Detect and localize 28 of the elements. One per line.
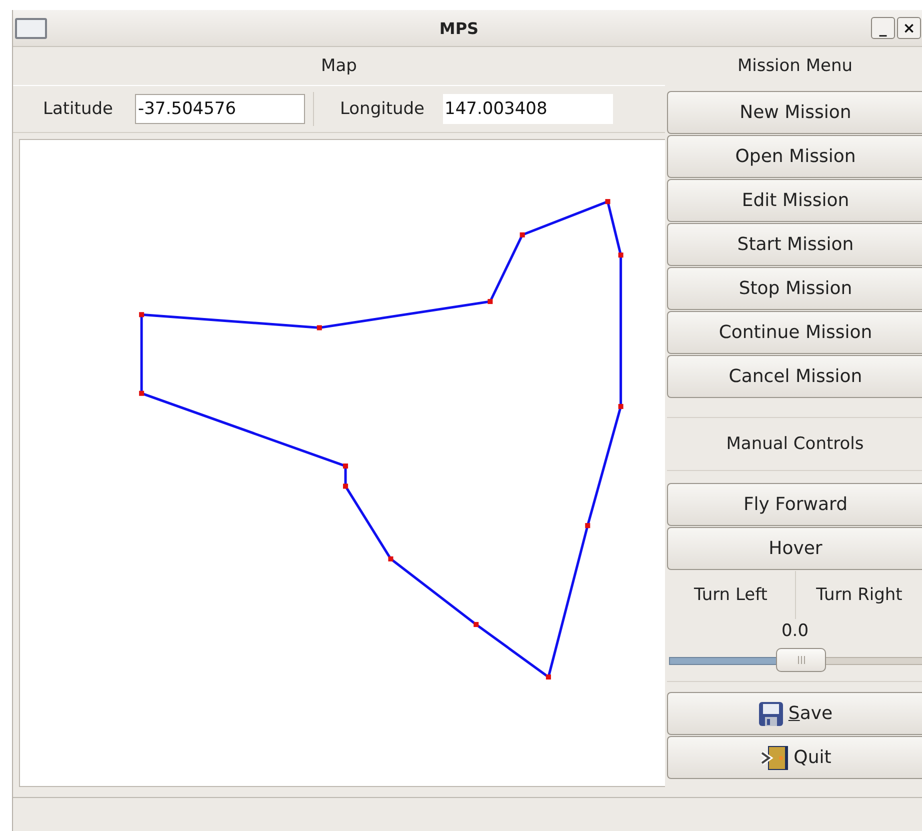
mission-button[interactable]: New Mission <box>667 91 922 134</box>
latitude-label: Latitude <box>42 99 114 119</box>
close-button[interactable]: × <box>897 17 921 39</box>
exit-door-icon <box>760 744 790 770</box>
turn-slider[interactable] <box>669 647 922 673</box>
turn-button[interactable]: Turn Right <box>794 571 922 619</box>
quit-button[interactable]: Quit <box>667 736 922 779</box>
map-heading: Map <box>320 55 358 78</box>
mission-button[interactable]: Stop Mission <box>667 267 922 310</box>
longitude-label: Longitude <box>338 99 426 119</box>
mission-button[interactable]: Continue Mission <box>667 311 922 354</box>
slider-thumb[interactable] <box>776 648 826 672</box>
mission-button[interactable]: Cancel Mission <box>667 355 922 398</box>
control-button[interactable]: Hover <box>667 527 922 570</box>
control-button[interactable]: Fly Forward <box>667 483 922 526</box>
slider-reading: 0.0 <box>780 621 810 641</box>
longitude-field[interactable]: 147.003408 <box>442 94 613 124</box>
turn-button[interactable]: Turn Left <box>667 571 794 619</box>
mission-menu-heading: Mission Menu <box>736 55 854 78</box>
mission-button[interactable]: Start Mission <box>667 223 922 266</box>
window-title: MPS <box>438 18 480 38</box>
minimize-button[interactable]: _ <box>871 17 895 39</box>
latitude-field[interactable]: -37.504576 <box>134 94 305 124</box>
mission-button[interactable]: Edit Mission <box>667 179 922 222</box>
manual-controls-heading: Manual Controls <box>667 417 922 471</box>
save-button[interactable]: Save <box>667 692 922 735</box>
window-icon <box>15 18 47 38</box>
mission-button[interactable]: Open Mission <box>667 135 922 178</box>
